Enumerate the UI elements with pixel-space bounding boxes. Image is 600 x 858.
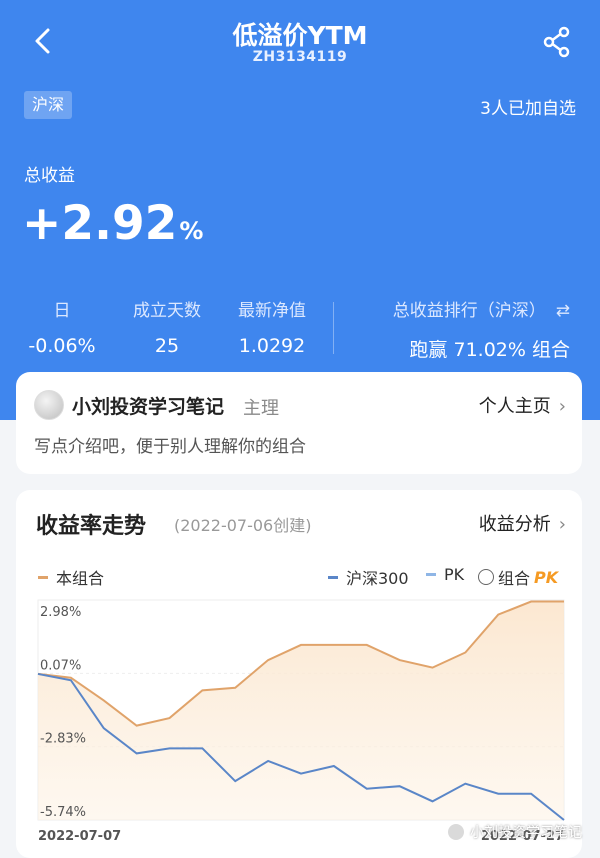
stat-label: 成立天数 [133, 301, 201, 321]
y-tick-label: 0.07% [40, 658, 81, 673]
stat-label: 日 [53, 301, 71, 321]
owner-card: 小刘投资学习笔记 主理 个人主页 › 写点介绍吧，便于别人理解你的组合 [16, 372, 582, 474]
avatar[interactable] [34, 390, 64, 420]
owner-name[interactable]: 小刘投资学习笔记 [72, 392, 224, 419]
total-return-unit: % [179, 217, 204, 245]
rank-value: 跑赢 71.02% 组合 [409, 339, 570, 361]
stat-daily: 日 -0.06% [28, 296, 95, 357]
performance-card: 收益率走势 (2022-07-06创建) 收益分析 › 本组合 沪深300 PK … [16, 490, 582, 858]
header-panel: 低溢价YTM ZH3134119 沪深 3人已加自选 总收益 +2.92% 日 … [0, 0, 600, 420]
stats-divider [333, 302, 334, 354]
stat-value: -0.06% [28, 335, 96, 357]
homepage-link[interactable]: 个人主页 › [479, 392, 566, 418]
portfolio-intro: 写点介绍吧，便于别人理解你的组合 [34, 437, 306, 457]
total-return-value: +2.92% [22, 196, 204, 251]
y-tick-label: -5.74% [40, 805, 86, 820]
share-icon[interactable] [542, 26, 572, 58]
portfolio-title: 低溢价YTM [232, 21, 368, 50]
total-return-label: 总收益 [24, 166, 75, 186]
y-tick-label: -2.83% [40, 732, 86, 747]
rank-label: 总收益排行（沪深） ⇄ [392, 301, 570, 321]
performance-chart: 2.98%0.07%-2.83%-5.74%2022-07-07 2022-07-… [37, 599, 565, 844]
stat-value: 1.0292 [238, 335, 306, 357]
stat-days: 成立天数 25 [122, 296, 212, 357]
stat-nav: 最新净值 1.0292 [226, 296, 318, 357]
rank-block[interactable]: 总收益排行（沪深） ⇄ 跑赢 71.02% 组合 [393, 296, 570, 362]
chevron-right-icon: › [558, 396, 566, 417]
owner-role: 主理 [243, 398, 279, 419]
swap-icon[interactable]: ⇄ [556, 301, 570, 321]
stat-value: 25 [154, 335, 180, 357]
y-tick-label: 2.98% [40, 605, 81, 620]
watermark: 小刘投资学习笔记 [448, 822, 582, 842]
market-tag: 沪深 [24, 91, 73, 119]
stat-label: 最新净值 [238, 301, 306, 321]
wechat-icon [448, 824, 464, 840]
x-tick-label: 2022-07-07 [38, 829, 121, 844]
portfolio-code: ZH3134119 [252, 49, 348, 65]
follower-count: 3人已加自选 [480, 99, 576, 119]
